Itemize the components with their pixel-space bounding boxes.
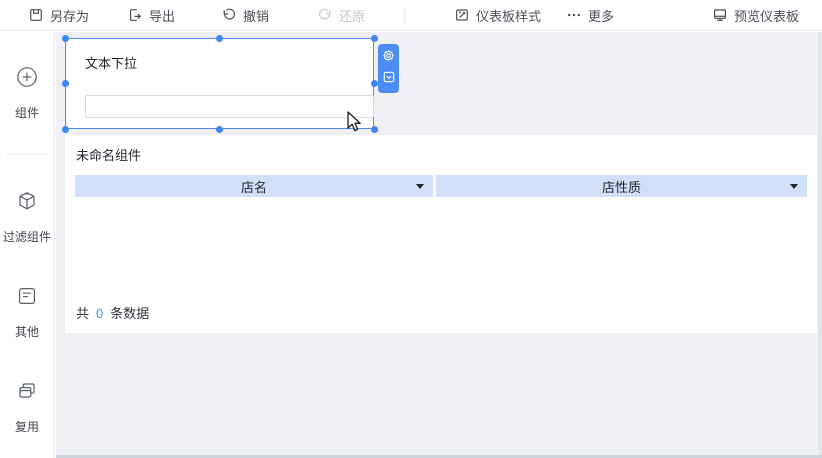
sidebar-item-components-label: 组件	[14, 106, 39, 120]
sidebar-item-components[interactable]: 组件	[0, 66, 54, 121]
redo-icon	[317, 7, 333, 23]
widget-dropdown-style-button[interactable]	[381, 70, 396, 89]
sidebar-divider	[5, 154, 48, 155]
filter-caret-icon[interactable]	[416, 184, 424, 189]
save-as-label: 另存为	[50, 8, 90, 24]
selection-handle-s[interactable]	[216, 125, 223, 133]
plus-circle-icon	[0, 66, 54, 88]
preview-dashboard-button[interactable]: 预览仪表板	[712, 0, 799, 30]
sidebar-item-filter-components[interactable]: 过滤组件	[0, 190, 54, 245]
table-widget-title: 未命名组件	[76, 148, 142, 163]
selection-handle-ne[interactable]	[370, 34, 378, 42]
gear-icon	[381, 48, 396, 68]
more-icon	[566, 7, 582, 23]
row-count-suffix: 条数据	[110, 306, 150, 321]
dashboard-editor: 另存为 导出 撤销 还原 仪表板样式 更多 预览仪表板 组件 过滤组件 其他 复…	[0, 0, 822, 458]
save-as-button[interactable]: 另存为	[28, 0, 89, 30]
table-header-store-type-label: 店性质	[601, 179, 641, 195]
table-header-row: 店名 店性质	[75, 175, 807, 197]
cube-icon	[0, 190, 54, 212]
selection-handle-e[interactable]	[370, 80, 378, 87]
more-label: 更多	[588, 8, 615, 24]
dashboard-style-label: 仪表板样式	[476, 8, 542, 24]
vertical-scrollbar[interactable]	[818, 32, 822, 458]
row-count-value: 0	[96, 306, 104, 321]
export-label: 导出	[149, 8, 176, 24]
redo-button[interactable]: 还原	[317, 0, 365, 30]
preview-dashboard-label: 预览仪表板	[734, 8, 800, 24]
row-count-prefix: 共	[76, 306, 90, 321]
table-header-store-type[interactable]: 店性质	[436, 175, 807, 197]
text-dropdown-input[interactable]	[85, 95, 374, 118]
table-widget[interactable]: 未命名组件 店名 店性质 共 0 条数据	[65, 135, 817, 333]
form-icon	[0, 285, 54, 307]
undo-button[interactable]: 撤销	[221, 0, 269, 30]
selection-handle-nw[interactable]	[61, 34, 69, 42]
widget-action-panel	[378, 44, 399, 93]
sidebar: 组件 过滤组件 其他 复用	[0, 32, 55, 458]
dashboard-style-icon	[454, 7, 470, 23]
undo-label: 撤销	[243, 8, 270, 24]
widget-settings-button[interactable]	[381, 50, 396, 65]
text-dropdown-widget-title: 文本下拉	[85, 56, 138, 71]
sidebar-item-filter-components-label: 过滤组件	[2, 230, 51, 244]
toolbar-separator	[404, 7, 405, 24]
sidebar-item-reuse[interactable]: 复用	[0, 380, 54, 435]
undo-icon	[221, 7, 237, 23]
sidebar-item-other[interactable]: 其他	[0, 285, 54, 340]
selection-handle-sw[interactable]	[61, 125, 69, 133]
chevron-square-icon	[382, 70, 396, 89]
selection-handle-w[interactable]	[61, 80, 69, 87]
stacked-windows-icon	[0, 380, 54, 402]
table-header-store-name-label: 店名	[240, 179, 267, 195]
table-header-store-name[interactable]: 店名	[75, 175, 433, 197]
more-button[interactable]: 更多	[566, 0, 614, 30]
save-as-icon	[28, 7, 44, 23]
sidebar-item-other-label: 其他	[14, 325, 39, 339]
preview-dashboard-icon	[712, 7, 728, 23]
redo-label: 还原	[339, 8, 366, 24]
table-row-count: 共 0 条数据	[76, 303, 149, 322]
dashboard-canvas[interactable]: 文本下拉 未命名组件 店名 店性质 共 0 条数据	[56, 32, 822, 458]
selection-handle-n[interactable]	[216, 34, 223, 42]
filter-caret-icon[interactable]	[790, 184, 798, 189]
text-dropdown-widget[interactable]: 文本下拉	[65, 38, 374, 129]
selection-handle-se[interactable]	[370, 125, 378, 133]
export-button[interactable]: 导出	[127, 0, 175, 30]
export-icon	[127, 7, 143, 23]
dashboard-style-button[interactable]: 仪表板样式	[454, 0, 541, 30]
toolbar: 另存为 导出 撤销 还原 仪表板样式 更多 预览仪表板	[0, 0, 822, 31]
sidebar-item-reuse-label: 复用	[14, 420, 39, 434]
